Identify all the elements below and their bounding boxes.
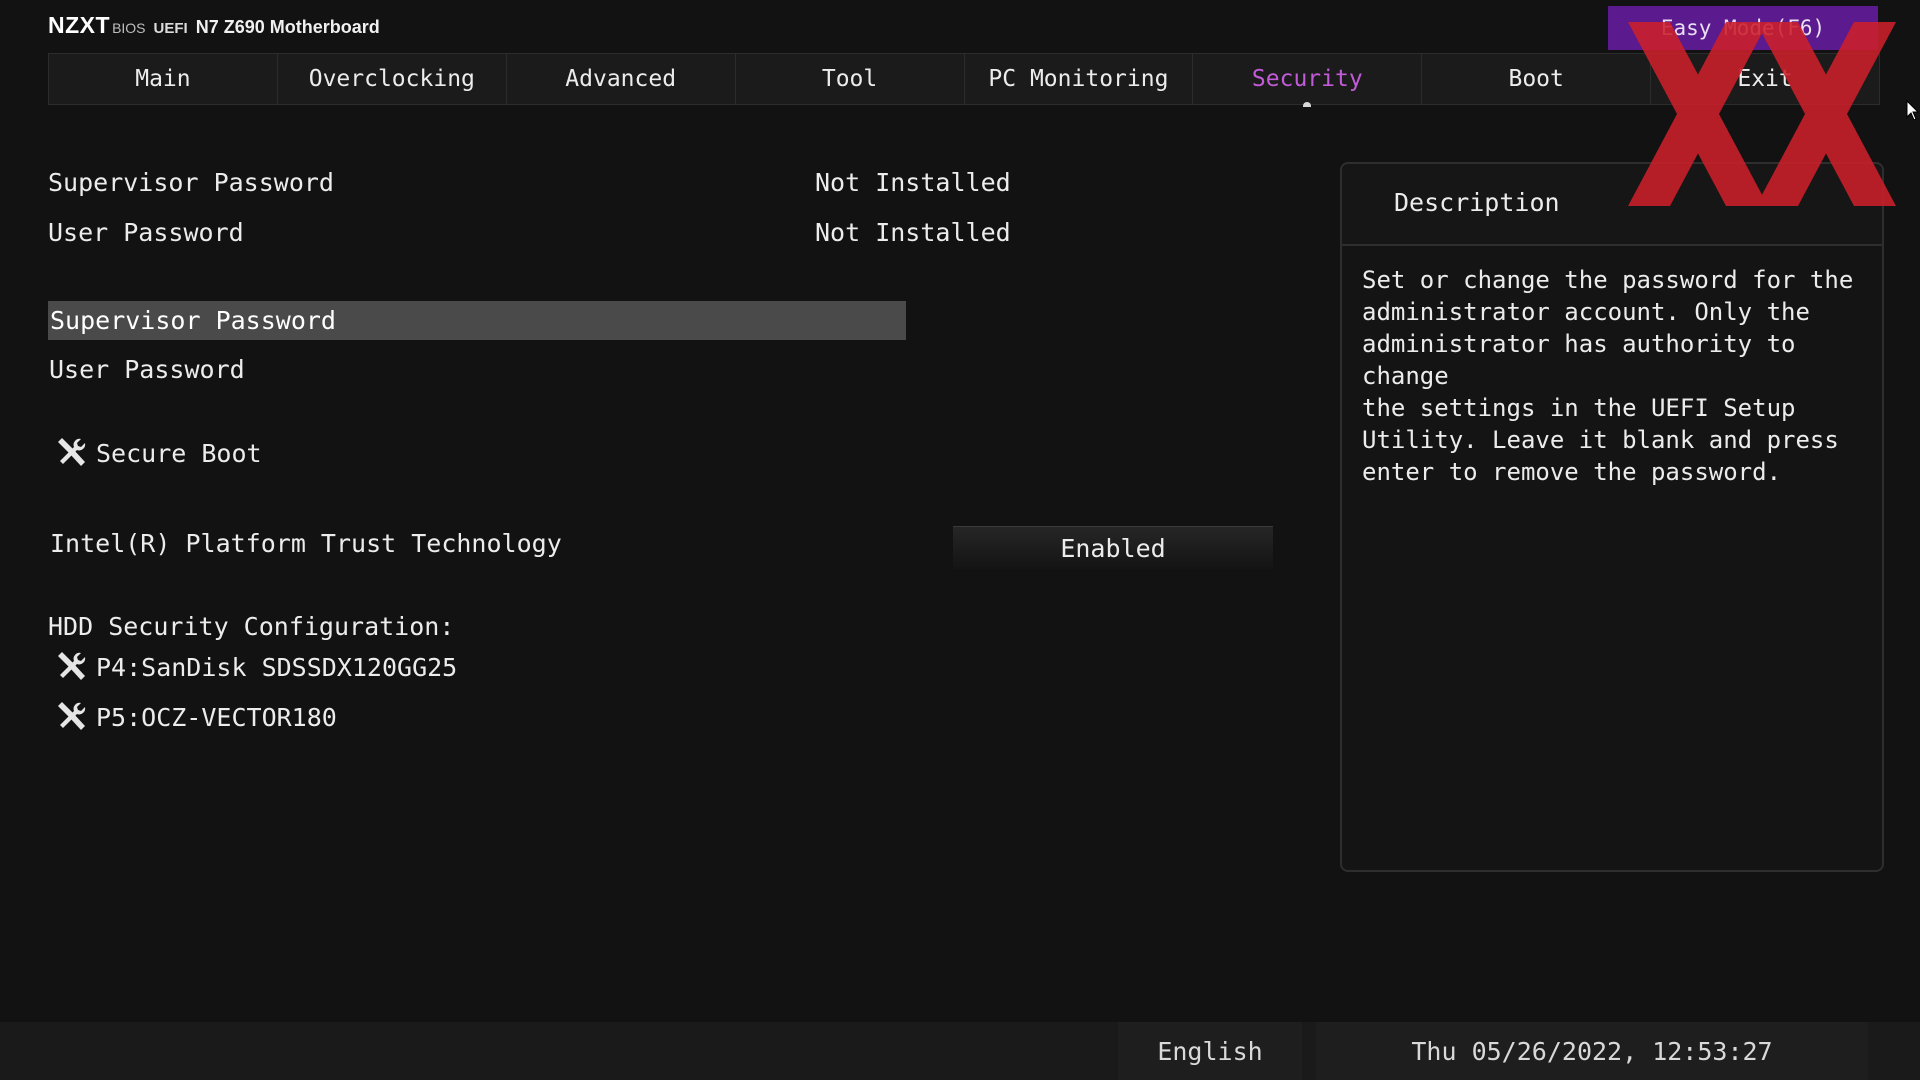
supervisor-status-value: Not Installed bbox=[815, 168, 1011, 197]
tab-label: Main bbox=[135, 66, 191, 92]
tab-boot[interactable]: Boot bbox=[1421, 54, 1651, 104]
secure-boot-item[interactable]: Secure Boot bbox=[54, 436, 262, 470]
tab-label: Exit bbox=[1737, 66, 1793, 92]
mouse-cursor-icon bbox=[1906, 100, 1920, 121]
tab-pc-monitoring[interactable]: PC Monitoring bbox=[963, 54, 1193, 104]
user-status-label: User Password bbox=[48, 218, 244, 247]
supervisor-status-label: Supervisor Password bbox=[48, 168, 334, 197]
motherboard-model: N7 Z690 Motherboard bbox=[195, 17, 380, 37]
tab-security[interactable]: Security bbox=[1192, 54, 1422, 107]
hdd-drive-item[interactable]: P5:OCZ-VECTOR180 bbox=[54, 700, 337, 734]
brand-uefi-label: UEFI bbox=[153, 20, 188, 37]
wrench-screwdriver-icon bbox=[58, 702, 86, 730]
tab-overclocking[interactable]: Overclocking bbox=[276, 54, 506, 104]
tab-exit[interactable]: Exit bbox=[1650, 54, 1880, 104]
bios-screen: NZXT BIOS UEFI N7 Z690 Motherboard Easy … bbox=[0, 0, 1920, 1080]
brand-bios-label: BIOS bbox=[112, 20, 146, 36]
hdd-drive-item[interactable]: P4:SanDisk SDSSDX120GG25 bbox=[54, 650, 457, 684]
wrench-screwdriver-icon bbox=[58, 652, 86, 680]
description-title: Description bbox=[1394, 188, 1560, 217]
item-label: Secure Boot bbox=[96, 438, 262, 468]
description-header: Description bbox=[1342, 164, 1882, 246]
description-panel: Description Set or change the password f… bbox=[1340, 162, 1884, 872]
item-label: P4:SanDisk SDSSDX120GG25 bbox=[96, 652, 458, 682]
tab-label: Tool bbox=[821, 66, 878, 92]
language-selector[interactable]: English bbox=[1118, 1022, 1302, 1080]
tab-label: Overclocking bbox=[308, 66, 475, 92]
tab-label: Advanced bbox=[565, 66, 677, 92]
item-label: P5:OCZ-VECTOR180 bbox=[96, 702, 337, 732]
wrench-screwdriver-icon bbox=[58, 438, 86, 466]
tab-advanced[interactable]: Advanced bbox=[505, 54, 735, 104]
user-status-value: Not Installed bbox=[815, 218, 1011, 247]
ptt-value-dropdown[interactable]: Enabled bbox=[953, 526, 1273, 569]
status-footer: English Thu 05/26/2022, 12:53:27 bbox=[0, 1022, 1920, 1080]
item-label: Supervisor Password bbox=[50, 306, 336, 335]
main-tabs: Main Overclocking Advanced Tool PC Monit… bbox=[48, 53, 1880, 107]
easy-mode-button[interactable]: Easy Mode(F6) bbox=[1608, 6, 1878, 50]
description-text: Set or change the password for the admin… bbox=[1362, 266, 1854, 486]
hdd-security-heading: HDD Security Configuration: bbox=[48, 612, 455, 641]
bios-brand: NZXT BIOS UEFI N7 Z690 Motherboard bbox=[48, 12, 380, 40]
tab-label: Boot bbox=[1508, 66, 1564, 92]
tab-main[interactable]: Main bbox=[48, 54, 277, 104]
user-password-item[interactable]: User Password bbox=[49, 355, 245, 384]
tab-label: Security bbox=[1251, 66, 1363, 92]
brand-logo: NZXT bbox=[48, 12, 111, 38]
tab-label: PC Monitoring bbox=[988, 66, 1169, 92]
dropdown-value: Enabled bbox=[1060, 533, 1166, 563]
datetime-display: Thu 05/26/2022, 12:53:27 bbox=[1316, 1022, 1868, 1080]
supervisor-password-item[interactable]: Supervisor Password bbox=[48, 301, 906, 340]
tab-tool[interactable]: Tool bbox=[734, 54, 964, 104]
ptt-item-label[interactable]: Intel(R) Platform Trust Technology bbox=[50, 529, 562, 558]
active-tab-indicator bbox=[1303, 102, 1312, 107]
